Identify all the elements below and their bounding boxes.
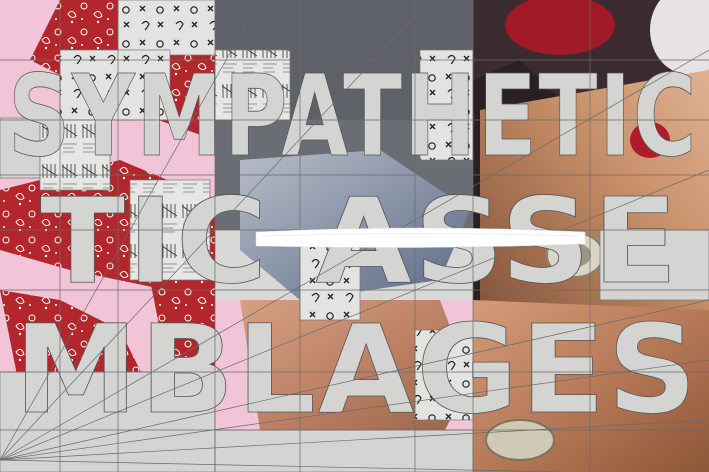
title-line-3: MBLAGES <box>14 299 699 441</box>
white-brush-stroke <box>255 227 586 248</box>
collage-svg: SYMPATHETIC TIC ASSE MBLAGES <box>0 0 709 472</box>
title-line-1: SYMPATHETIC <box>8 52 698 182</box>
poster-artwork: SYMPATHETIC TIC ASSE MBLAGES <box>0 0 709 472</box>
